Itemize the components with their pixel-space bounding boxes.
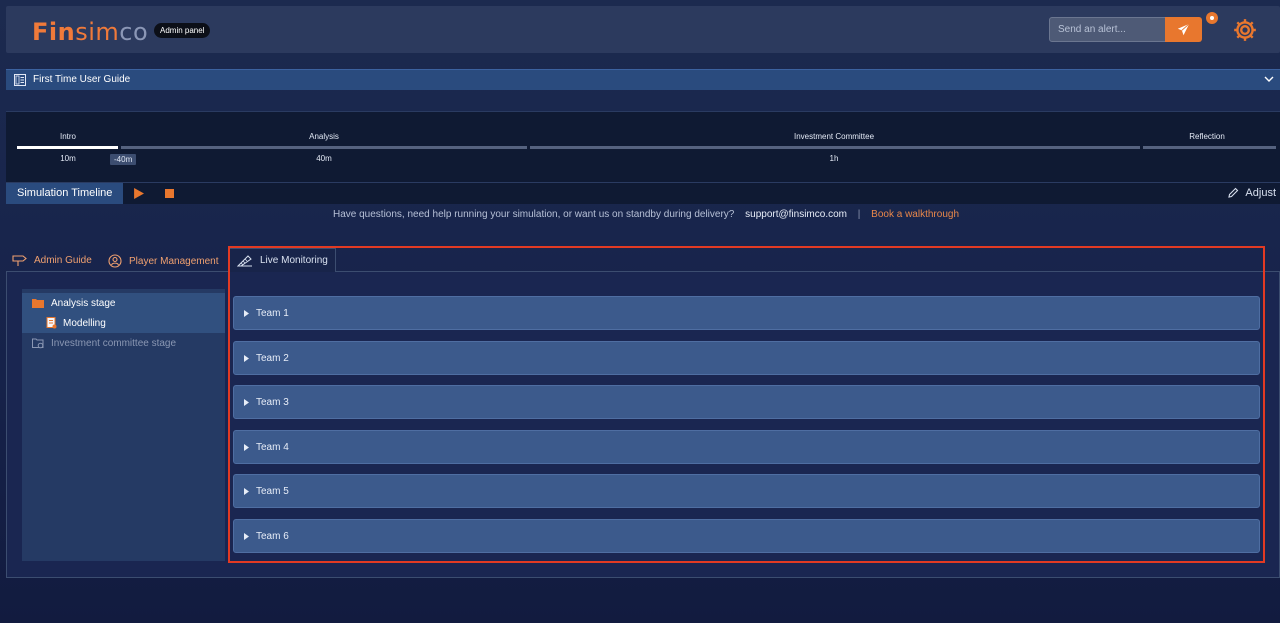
stage-label-investment-committee: Investment Committee: [793, 132, 875, 141]
pencil-ruler-icon: [237, 255, 252, 267]
caret-right-icon: [244, 309, 249, 317]
stage-duration-intro: 10m: [60, 154, 76, 163]
folder-open-icon: [32, 299, 44, 308]
stage-label-analysis: Analysis: [309, 132, 339, 141]
notification-pin-icon[interactable]: [1206, 12, 1218, 24]
support-email-link[interactable]: support@finsimco.com: [745, 209, 847, 220]
help-text: Have questions, need help running your s…: [333, 209, 735, 220]
team-name: Team 4: [256, 441, 289, 453]
track-intro: [17, 146, 118, 149]
stage-label-reflection: Reflection: [1189, 132, 1225, 141]
caret-right-icon: [244, 354, 249, 362]
adjust-button[interactable]: Adjust: [1227, 187, 1276, 199]
team-name: Team 5: [256, 485, 289, 497]
stage-label-intro: Intro: [59, 132, 77, 141]
finsimco-logo[interactable]: Finsimco: [32, 18, 148, 46]
first-time-guide-bar[interactable]: First Time User Guide: [6, 69, 1280, 90]
guide-book-icon: [14, 74, 26, 86]
book-walkthrough-link[interactable]: Book a walkthrough: [871, 209, 959, 220]
track-investment-committee: [530, 146, 1140, 149]
document-icon: [46, 317, 57, 329]
admin-panel-badge: Admin panel: [154, 23, 211, 38]
tab-player-management-label: Player Management: [129, 255, 219, 267]
team-row[interactable]: Team 1: [233, 296, 1260, 330]
help-text-line: Have questions, need help running your s…: [333, 209, 959, 220]
team-row[interactable]: Team 4: [233, 430, 1260, 464]
tree-item-label: Investment committee stage: [51, 337, 177, 349]
track-analysis: [121, 146, 527, 149]
team-row[interactable]: Team 3: [233, 385, 1260, 419]
team-name: Team 1: [256, 307, 289, 319]
caret-right-icon: [244, 398, 249, 406]
gear-icon[interactable]: [1232, 17, 1258, 43]
guide-title: First Time User Guide: [33, 74, 131, 85]
caret-right-icon: [244, 487, 249, 495]
tree-item-label: Analysis stage: [51, 297, 116, 309]
team-row[interactable]: Team 6: [233, 519, 1260, 553]
tab-live-monitoring[interactable]: Live Monitoring: [229, 248, 336, 272]
pencil-icon: [1228, 187, 1239, 198]
simulation-timeline: Intro Analysis Investment Committee Refl…: [6, 111, 1280, 183]
tree-item-label: Modelling: [63, 317, 106, 329]
team-row[interactable]: Team 5: [233, 474, 1260, 508]
adjust-label: Adjust: [1245, 187, 1276, 199]
track-reflection: [1143, 146, 1276, 149]
folder-clock-icon: [32, 338, 44, 348]
alert-input[interactable]: Send an alert...: [1049, 17, 1166, 42]
caret-right-icon: [244, 532, 249, 540]
caret-right-icon: [244, 443, 249, 451]
help-separator: |: [857, 209, 861, 220]
simulation-timeline-label: Simulation Timeline: [6, 183, 123, 204]
tab-live-monitoring-label: Live Monitoring: [260, 255, 328, 266]
tab-admin-guide-label: Admin Guide: [34, 254, 92, 266]
tab-player-management[interactable]: Player Management: [108, 254, 219, 268]
stop-icon[interactable]: [165, 189, 174, 198]
tree-item-analysis-stage[interactable]: Analysis stage: [22, 293, 225, 313]
team-name: Team 3: [256, 396, 289, 408]
team-name: Team 2: [256, 352, 289, 364]
paper-plane-icon: [1177, 23, 1190, 36]
simulation-controls: Simulation Timeline Adjust: [6, 183, 1280, 204]
send-alert-button[interactable]: [1165, 17, 1202, 42]
top-header: Finsimco Admin panel Send an alert...: [6, 6, 1280, 53]
team-row[interactable]: Team 2: [233, 341, 1260, 375]
stage-tree: Analysis stage Modelling Investment comm…: [22, 289, 225, 561]
signpost-icon: [12, 255, 27, 266]
team-name: Team 6: [256, 530, 289, 542]
stage-duration-investment-committee: 1h: [829, 154, 839, 163]
tree-item-investment-committee-stage[interactable]: Investment committee stage: [22, 333, 225, 353]
play-icon[interactable]: [133, 188, 144, 199]
timeline-marker[interactable]: -40m: [110, 154, 137, 165]
chevron-down-icon[interactable]: [1264, 74, 1274, 84]
tab-admin-guide[interactable]: Admin Guide: [12, 254, 92, 266]
stage-duration-analysis: 40m: [316, 154, 332, 163]
user-gear-icon: [108, 254, 122, 268]
tree-item-modelling[interactable]: Modelling: [22, 313, 225, 333]
